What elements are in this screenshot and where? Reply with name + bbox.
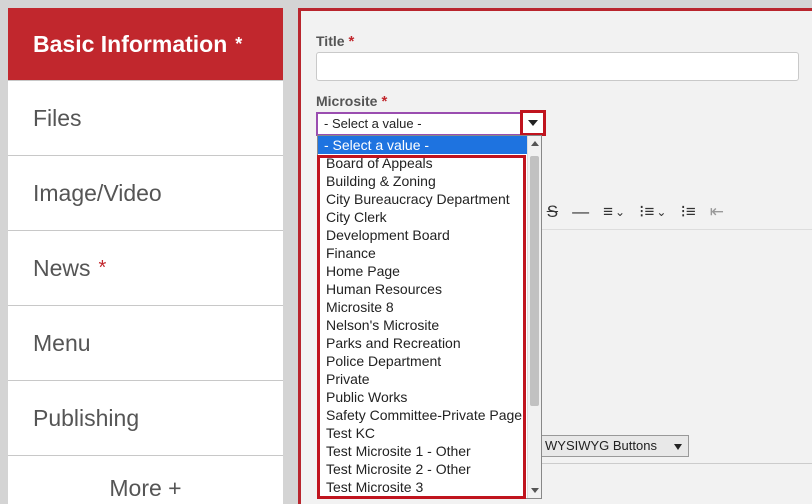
strikethrough-icon[interactable]: S — [547, 202, 558, 222]
sidebar-more-label: More + — [109, 475, 182, 501]
scrollbar-thumb[interactable] — [530, 156, 539, 406]
required-marker: * — [348, 33, 355, 50]
microsite-select-value: - Select a value - — [324, 116, 422, 131]
bullet-list-icon[interactable]: ⁝≡ — [680, 202, 695, 222]
dropdown-option[interactable]: Building & Zoning — [318, 172, 527, 190]
sidebar-item-label: Menu — [33, 329, 91, 356]
dropdown-option[interactable]: Human Resources — [318, 280, 527, 298]
scroll-down-icon[interactable] — [531, 488, 539, 493]
sidebar-item-image-video[interactable]: Image/Video — [8, 156, 283, 231]
microsite-select[interactable]: - Select a value - — [316, 112, 543, 136]
dropdown-option[interactable]: Police Department — [318, 352, 527, 370]
sidebar-item-label: Publishing — [33, 404, 140, 431]
wysiwyg-buttons-label: WYSIWYG Buttons — [545, 438, 657, 453]
dropdown-option[interactable]: Nelson's Microsite — [318, 316, 527, 334]
chevron-down-icon — [674, 444, 682, 450]
dropdown-option[interactable]: Test KC — [318, 424, 527, 442]
dropdown-option[interactable]: City Clerk — [318, 208, 527, 226]
editor-toolbar: I S — ≡ ⌄ ⁝≡ ⌄ ⁝≡ ⇤ — [526, 197, 812, 227]
microsite-label: Microsite * — [316, 93, 387, 110]
horizontal-rule-icon[interactable]: — — [572, 202, 589, 222]
required-marker: * — [98, 256, 107, 279]
dropdown-scrollbar[interactable] — [527, 136, 541, 498]
sidebar-item-label: Image/Video — [33, 179, 162, 206]
sidebar-item-label: Basic Information — [33, 30, 228, 57]
sidebar-item-label: News — [33, 254, 91, 281]
title-label-text: Title — [316, 33, 345, 49]
dropdown-option[interactable]: Parks and Recreation — [318, 334, 527, 352]
dropdown-option[interactable]: Finance — [318, 244, 527, 262]
align-icon[interactable]: ≡ — [603, 202, 613, 222]
ordered-list-icon[interactable]: ⁝≡ — [639, 202, 654, 222]
main-panel: Title* Microsite* - Select a value - I S… — [298, 8, 812, 504]
sidebar-item-publishing[interactable]: Publishing — [8, 381, 283, 456]
sidebar-item-basic-information[interactable]: Basic Information * — [8, 8, 283, 81]
sidebar-more-button[interactable]: More + — [8, 456, 283, 504]
microsite-dropdown-list: - Select a value - Board of Appeals Buil… — [317, 135, 542, 499]
dropdown-option[interactable]: Test Microsite 2 - Other — [318, 460, 527, 478]
dropdown-option[interactable]: Public Works — [318, 388, 527, 406]
dropdown-options: Board of Appeals Building & Zoning City … — [318, 154, 527, 496]
sidebar: Basic Information * Files Image/Video Ne… — [8, 8, 283, 504]
divider — [526, 463, 812, 464]
wysiwyg-buttons-select[interactable]: WYSIWYG Buttons — [541, 435, 689, 457]
outdent-icon[interactable]: ⇤ — [710, 202, 724, 222]
microsite-select-toggle[interactable] — [520, 110, 546, 136]
microsite-label-text: Microsite — [316, 93, 378, 109]
dropdown-option[interactable]: City Bureaucracy Department — [318, 190, 527, 208]
dropdown-option[interactable]: Test Microsite 1 - Other — [318, 442, 527, 460]
dropdown-option[interactable]: Private — [318, 370, 527, 388]
dropdown-option[interactable]: Board of Appeals — [318, 154, 527, 172]
dropdown-option[interactable]: Safety Committee-Private Page — [318, 406, 527, 424]
dropdown-option-selected[interactable]: - Select a value - — [318, 136, 541, 154]
sidebar-item-label: Files — [33, 104, 82, 131]
chevron-down-icon[interactable]: ⌄ — [656, 205, 666, 219]
chevron-down-icon — [528, 120, 538, 126]
dropdown-option[interactable]: Test Microsite 3 — [318, 478, 527, 496]
editor-body[interactable] — [526, 229, 812, 429]
chevron-down-icon[interactable]: ⌄ — [615, 205, 625, 219]
title-label: Title * — [316, 33, 354, 50]
sidebar-item-files[interactable]: Files — [8, 81, 283, 156]
dropdown-option[interactable]: Microsite 8 — [318, 298, 527, 316]
sidebar-item-menu[interactable]: Menu — [8, 306, 283, 381]
required-marker: * — [235, 33, 243, 54]
dropdown-option[interactable]: Home Page — [318, 262, 527, 280]
required-marker: * — [381, 93, 388, 110]
scroll-up-icon[interactable] — [531, 141, 539, 146]
title-input[interactable] — [316, 52, 799, 81]
dropdown-option[interactable]: Development Board — [318, 226, 527, 244]
sidebar-item-news[interactable]: News * — [8, 231, 283, 306]
